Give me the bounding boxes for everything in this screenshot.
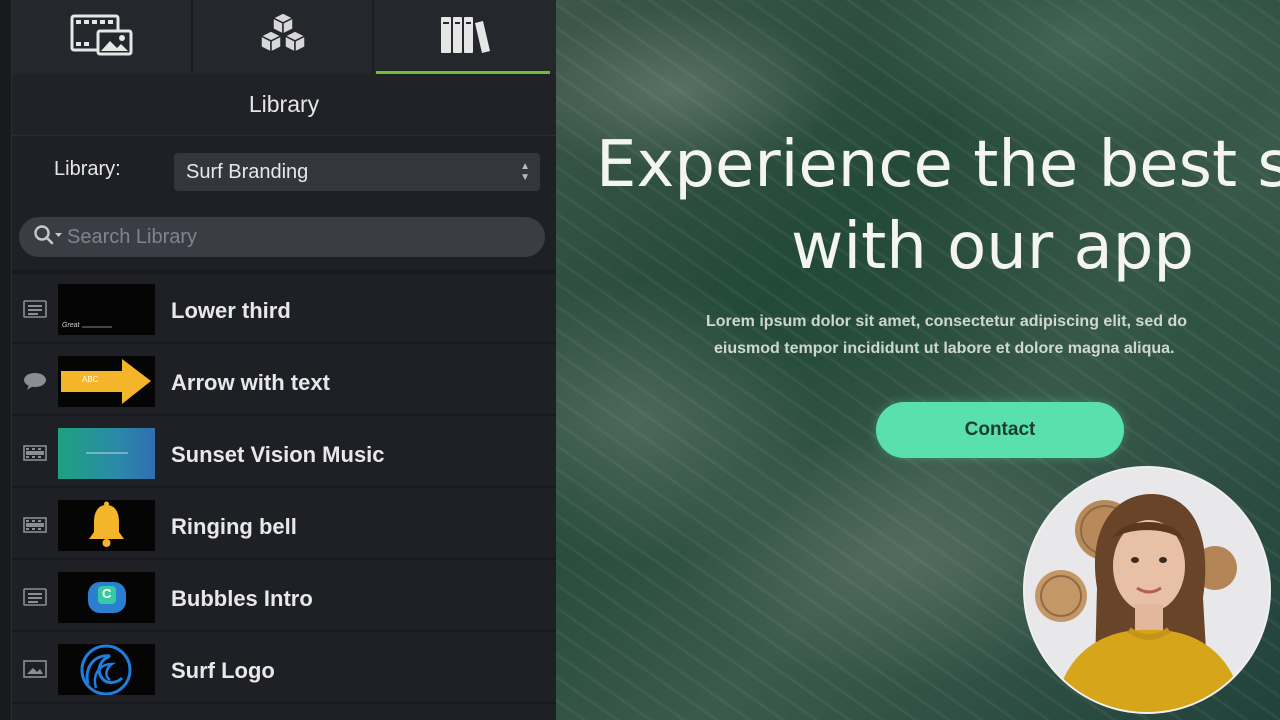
- item-label: Bubbles Intro: [171, 586, 313, 611]
- callout-icon: [22, 586, 48, 608]
- hero-body-line1: Lorem ipsum dolor sit amet, consectetur …: [706, 313, 1187, 330]
- select-arrows-icon: ▲ ▼: [520, 161, 530, 183]
- library-select[interactable]: Surf Branding ▲ ▼: [174, 153, 540, 191]
- speech-bubble-icon: [22, 370, 48, 392]
- item-label: Lower third: [171, 298, 291, 323]
- item-label: Arrow with text: [171, 370, 330, 395]
- tab-library[interactable]: [374, 0, 556, 74]
- annotations-icon: [255, 11, 311, 64]
- item-label: Surf Logo: [171, 658, 275, 683]
- library-list: Great Lower third ABC Arrow with text Su…: [12, 270, 556, 720]
- bell-icon: [89, 501, 124, 547]
- search-icon[interactable]: [33, 224, 63, 251]
- callout-icon: [22, 298, 48, 320]
- video-preview: Experience the best s with our app Lorem…: [556, 0, 1280, 720]
- list-item[interactable]: Great Lower third: [12, 274, 556, 344]
- item-thumbnail: [58, 428, 155, 479]
- webcam-overlay: [1023, 466, 1271, 714]
- list-item[interactable]: Surf Logo: [12, 634, 556, 704]
- library-select-value: Surf Branding: [186, 160, 309, 183]
- filmstrip-icon: [22, 514, 48, 536]
- tab-media[interactable]: [12, 0, 193, 74]
- thumb-text: Great: [62, 322, 80, 329]
- presenter-avatar: [1025, 468, 1269, 712]
- library-selector-label: Library:: [54, 158, 121, 180]
- thumb-text: C: [102, 586, 112, 601]
- contact-button[interactable]: Contact: [876, 402, 1124, 458]
- list-item[interactable]: C Bubbles Intro: [12, 562, 556, 632]
- media-icon: [70, 13, 134, 62]
- search-row: [12, 204, 556, 270]
- hero-body-text: Lorem ipsum dolor sit amet, consectetur …: [706, 308, 1187, 357]
- search-input[interactable]: [67, 225, 507, 249]
- hero-headline-line2: with our app: [791, 210, 1194, 284]
- tab-annotations[interactable]: [193, 0, 374, 74]
- list-item[interactable]: Sunset Vision Music: [12, 418, 556, 488]
- item-label: Sunset Vision Music: [171, 442, 385, 467]
- item-thumbnail: Great: [58, 284, 155, 335]
- library-panel: Library Library: Surf Branding ▲ ▼ Searc…: [12, 0, 556, 720]
- library-icon: [437, 13, 493, 62]
- thumb-text: ABC: [82, 375, 99, 384]
- search-field[interactable]: [19, 217, 545, 257]
- hero-headline: Experience the best s with our app: [596, 124, 1280, 284]
- item-thumbnail: ABC: [58, 356, 155, 407]
- list-item[interactable]: Ringing bell: [12, 490, 556, 560]
- surf-logo-icon: [80, 644, 132, 695]
- item-thumbnail: C: [58, 572, 155, 623]
- item-thumbnail: [58, 500, 155, 551]
- image-icon: [22, 658, 48, 680]
- panel-title: Library: [248, 91, 320, 117]
- hero-body-line2: eiusmod tempor incididunt ut labore et d…: [714, 340, 1175, 357]
- library-selector-row: Library: Surf Branding ▲ ▼: [12, 136, 556, 204]
- item-label: Ringing bell: [171, 514, 297, 539]
- hero-headline-line1: Experience the best s: [596, 128, 1280, 202]
- panel-header: Library: [12, 74, 556, 136]
- panel-tabs: [12, 0, 556, 74]
- left-gutter: [0, 0, 12, 720]
- item-thumbnail: [58, 644, 155, 695]
- filmstrip-icon: [22, 442, 48, 464]
- list-item[interactable]: ABC Arrow with text: [12, 346, 556, 416]
